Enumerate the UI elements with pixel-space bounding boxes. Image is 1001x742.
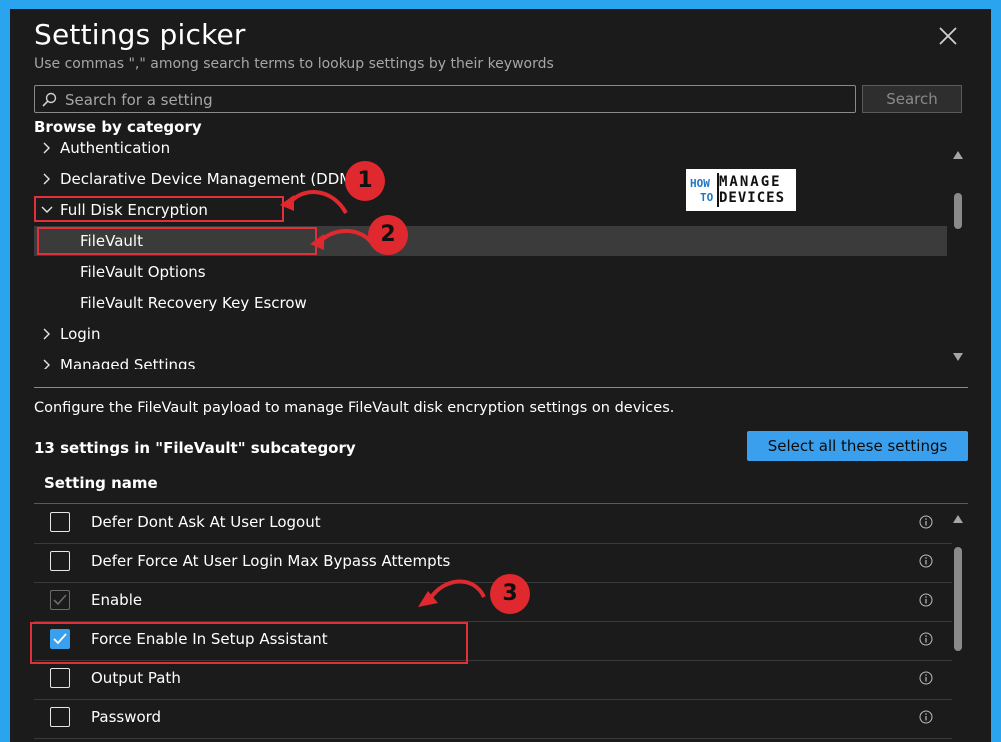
setting-checkbox[interactable] [50,551,70,571]
search-icon [41,92,57,112]
setting-row[interactable]: Defer Force At User Login Max Bypass Att… [34,543,952,583]
category-label: Login [60,325,101,343]
category-scroll-thumb[interactable] [954,193,962,229]
category-item-login[interactable]: Login [34,319,947,349]
settings-scroll-thumb[interactable] [954,547,962,651]
info-icon[interactable] [919,710,933,724]
search-field[interactable] [34,85,856,113]
logo-text-devices: DEVICES [719,190,786,206]
scroll-up-icon[interactable] [953,151,963,159]
subcategory-label: FileVault Recovery Key Escrow [80,294,307,312]
setting-checkbox[interactable] [50,668,70,688]
chevron-right-icon [43,328,50,340]
subcategory-label: FileVault Options [80,263,206,281]
close-icon[interactable] [937,25,959,47]
logo-text-how: HOW [690,177,710,190]
category-label: Authentication [60,139,171,157]
section-divider [34,387,968,388]
highlight-full-disk-encryption [34,196,284,222]
setting-row[interactable]: Password [34,699,952,739]
scroll-down-icon[interactable] [953,353,963,361]
dialog-subtitle: Use commas "," among search terms to loo… [34,56,554,72]
annotation-arrow-icon [418,579,486,607]
logo-text-manage: MANAGE [719,174,782,190]
category-label: Managed Settings [60,356,196,369]
setting-checkbox[interactable] [50,512,70,532]
chevron-right-icon [43,142,50,154]
info-icon[interactable] [919,554,933,568]
settings-scrollbar[interactable] [950,511,966,742]
highlight-filevault [37,227,317,255]
setting-name: Defer Force At User Login Max Bypass Att… [91,552,451,570]
chevron-right-icon [43,359,50,369]
info-icon[interactable] [919,593,933,607]
info-icon[interactable] [919,632,933,646]
setting-name: Defer Dont Ask At User Logout [91,513,321,531]
step-badge-3: 3 [490,574,530,614]
subcategory-item-filevault-options[interactable]: FileVault Options [34,257,947,287]
scroll-up-icon[interactable] [953,515,963,523]
category-scrollbar[interactable] [950,147,966,367]
search-input[interactable] [63,88,847,112]
chevron-right-icon [43,173,50,185]
select-all-button[interactable]: Select all these settings [747,431,968,461]
column-header-setting-name[interactable]: Setting name [44,474,158,492]
watermark-logo: HOW TO MANAGE DEVICES [686,169,796,211]
checkmark-icon [53,594,67,606]
setting-name: Enable [91,591,143,609]
search-button[interactable]: Search [862,85,962,113]
category-item-ddm[interactable]: Declarative Device Management (DDM) [34,164,947,194]
settings-count: 13 settings in "FileVault" subcategory [34,439,356,457]
subcategory-description: Configure the FileVault payload to manag… [34,400,675,416]
annotation-arrow-icon [280,190,348,215]
setting-row[interactable]: Defer Dont Ask At User Logout [34,504,952,544]
info-icon[interactable] [919,515,933,529]
category-item-managed-settings[interactable]: Managed Settings [34,350,947,369]
dialog-title: Settings picker [34,18,246,51]
setting-checkbox[interactable] [50,707,70,727]
settings-picker-dialog: Settings picker Use commas "," among sea… [10,9,991,742]
setting-row[interactable]: Output Path [34,660,952,700]
step-badge-1: 1 [345,161,385,201]
logo-text-to: TO [700,191,714,204]
info-icon[interactable] [919,671,933,685]
highlight-force-enable [30,622,468,664]
setting-name: Password [91,708,162,726]
setting-checkbox-disabled [50,590,70,610]
setting-name: Output Path [91,669,181,687]
category-item-authentication[interactable]: Authentication [34,133,947,163]
step-badge-2: 2 [368,215,408,255]
subcategory-item-filevault-recovery-key-escrow[interactable]: FileVault Recovery Key Escrow [34,288,947,318]
